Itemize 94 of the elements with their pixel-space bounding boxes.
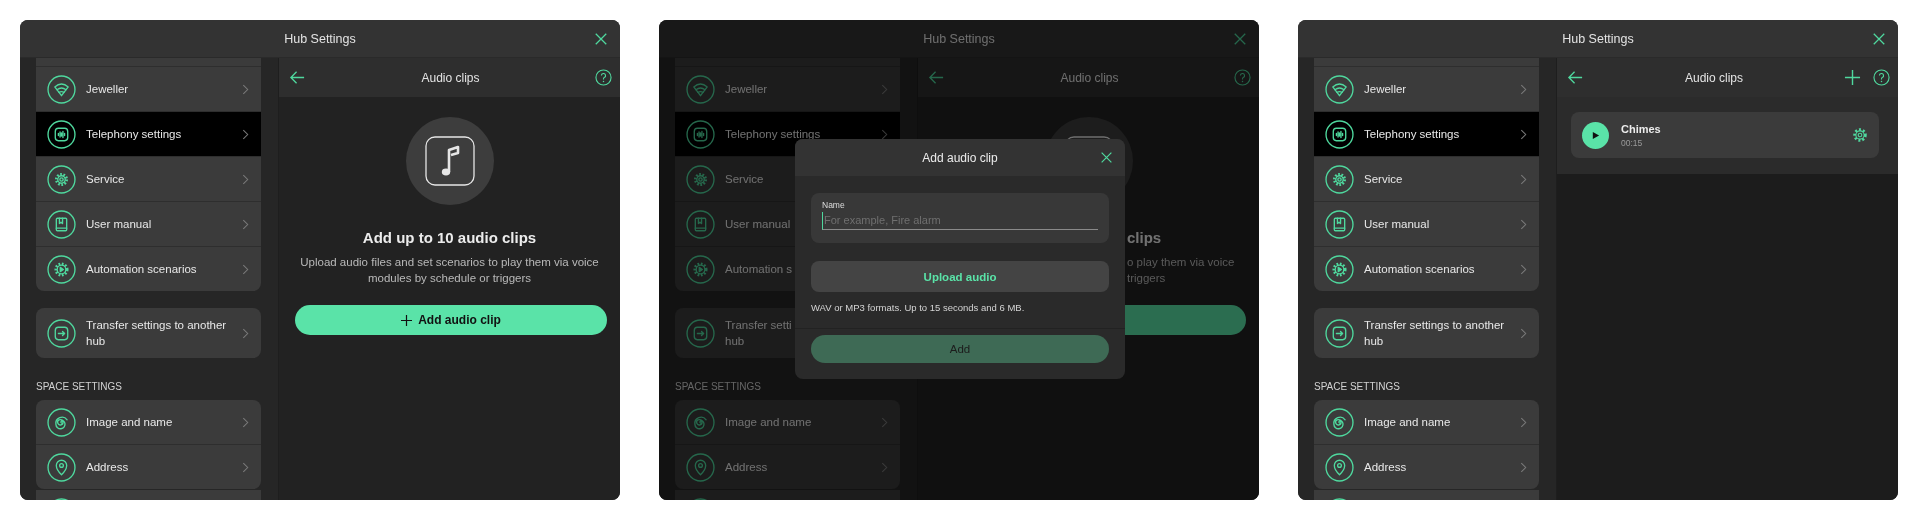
settings-icon[interactable] [1851,126,1869,144]
pane-title: Audio clips [420,70,481,85]
chevron-icon [242,327,249,339]
chevron-icon [1520,218,1527,230]
sidebar-item[interactable]: Address [36,444,261,489]
signal-icon [47,74,76,104]
sidebar-item[interactable]: Image and name [1314,400,1539,444]
empty-state-description: Upload audio files and set scenarios to play them via voice modules by schedule or triggers [299,255,600,286]
chevron-icon [242,83,249,95]
chevron-icon [242,263,249,275]
signal-icon [1325,74,1354,104]
spiral-icon [1325,407,1354,437]
spiral-icon [686,407,715,437]
gear-play-icon [686,254,715,284]
chevron-icon [242,461,249,473]
sound-wave-icon [1325,119,1354,149]
upload-audio-button[interactable]: Upload audio [811,261,1109,292]
arrow-box-icon [1325,318,1354,348]
dialog-title: Add audio clip [922,150,998,165]
book-icon [686,209,715,239]
section-heading: SPACE SETTINGS [675,380,762,394]
chevron-icon [1520,128,1527,140]
sidebar-item[interactable]: Jeweller [675,67,900,111]
sidebar-item[interactable]: Automation scenarios [36,246,261,291]
sidebar-item[interactable]: Automation scenarios [1314,246,1539,291]
chevron-icon [881,128,888,140]
sidebar-item[interactable]: Image and name [36,400,261,444]
help-icon[interactable] [595,69,612,86]
back-arrow-icon[interactable] [289,69,306,86]
add-icon[interactable] [1844,69,1861,86]
window-title: Hub Settings [923,31,995,46]
clip-duration: 00:15 [1621,137,1644,148]
spiral-icon [47,407,76,437]
pane-title: Audio clips [1684,70,1744,85]
arrow-box-icon [686,318,715,348]
close-icon[interactable] [1872,32,1886,46]
chevron-icon [1520,173,1527,185]
location-pin-icon [1325,452,1354,482]
empty-state-heading: clips [1127,229,1162,247]
sidebar-item[interactable]: Transfer settings to another hub [1314,308,1539,358]
chevron-icon [242,416,249,428]
chevron-icon [1520,83,1527,95]
sidebar-item[interactable]: Address [675,444,900,489]
sidebar-item[interactable]: Jeweller [36,67,261,111]
gear-icon [1325,164,1354,194]
empty-state-heading: Add up to 10 audio clips [362,229,537,247]
sidebar-item[interactable]: User manual [36,201,261,246]
sidebar-item[interactable]: Service [36,156,261,201]
book-icon [1325,209,1354,239]
close-icon[interactable] [1100,151,1113,164]
chevron-icon [881,83,888,95]
window-title: Hub Settings [1562,31,1634,46]
clip-name: Chimes [1621,122,1662,135]
gear-play-icon [47,254,76,284]
gear-play-icon [1325,254,1354,284]
chevron-icon [242,173,249,185]
location-pin-icon [47,452,76,482]
audio-clip-card[interactable]: Chimes 00:15 [1571,112,1879,158]
sound-wave-icon [686,119,715,149]
chevron-icon [1520,461,1527,473]
signal-icon [686,74,715,104]
play-button[interactable] [1582,121,1609,149]
sidebar-item[interactable]: Image and name [675,400,900,444]
sidebar-item[interactable]: Telephony settings [1314,111,1539,156]
chevron-icon [1520,263,1527,275]
section-heading: SPACE SETTINGS [36,380,123,394]
chevron-icon [1520,327,1527,339]
empty-state-description: o play them via voice triggers [1127,255,1236,286]
location-pin-icon [686,452,715,482]
sidebar-item[interactable]: User manual [1314,201,1539,246]
section-heading: SPACE SETTINGS [1314,380,1401,394]
plus-icon [401,314,413,326]
chevron-icon [242,218,249,230]
gear-icon [686,164,715,194]
sound-wave-icon [47,119,76,149]
chevron-icon [1520,416,1527,428]
add-audio-clip-button[interactable]: Add audio clip [295,305,607,335]
window-title: Hub Settings [284,31,356,46]
sidebar-item[interactable]: Address [1314,444,1539,489]
chevron-icon [242,128,249,140]
back-arrow-icon[interactable] [1567,69,1584,86]
chevron-icon [881,416,888,428]
sidebar-item[interactable]: Jeweller [1314,67,1539,111]
sidebar-item[interactable]: Transfer settings to another hub [36,308,261,358]
chevron-icon [881,461,888,473]
sidebar-item[interactable]: Telephony settings [36,111,261,156]
arrow-box-icon [47,318,76,348]
close-icon[interactable] [594,32,608,46]
pane-title: Audio clips [1059,70,1120,85]
book-icon [47,209,76,239]
help-icon[interactable] [1873,69,1890,86]
sidebar-item[interactable]: Service [1314,156,1539,201]
play-icon [1591,130,1600,140]
gear-icon [47,164,76,194]
